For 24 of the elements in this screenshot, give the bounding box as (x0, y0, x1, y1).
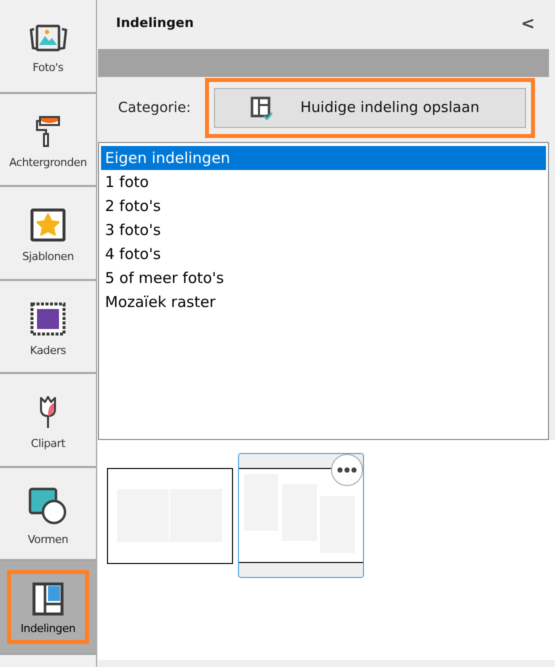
layout-save-icon (250, 96, 274, 120)
sidebar-tab[interactable]: Indelingen (0, 561, 96, 654)
category-item[interactable]: 4 foto's (101, 242, 546, 266)
tulip-icon (38, 395, 58, 430)
stamp-frame-icon (30, 302, 66, 336)
category-item[interactable]: 2 foto's (101, 194, 546, 218)
more-icon (337, 467, 357, 473)
save-layout-button[interactable]: Huidige indeling opslaan (214, 88, 526, 128)
more-button[interactable] (331, 454, 363, 486)
collapse-button[interactable]: < (520, 14, 535, 34)
category-item[interactable]: Mozaïek raster (101, 290, 546, 314)
layout-thumbnail[interactable] (107, 468, 233, 564)
panel-title: Indelingen (116, 16, 194, 31)
photos-icon (28, 23, 68, 54)
category-item[interactable]: 3 foto's (101, 218, 546, 242)
layout-thumbnail[interactable] (238, 453, 364, 578)
category-item[interactable]: 1 foto (101, 170, 546, 194)
star-frame-icon (30, 208, 66, 242)
paint-roller-icon (35, 116, 61, 148)
layout-icon (32, 582, 64, 616)
shapes-icon (28, 486, 68, 525)
category-item[interactable]: Eigen indelingen (101, 146, 546, 170)
category-item[interactable]: 5 of meer foto's (101, 266, 546, 290)
category-label: Categorie: (118, 100, 191, 116)
